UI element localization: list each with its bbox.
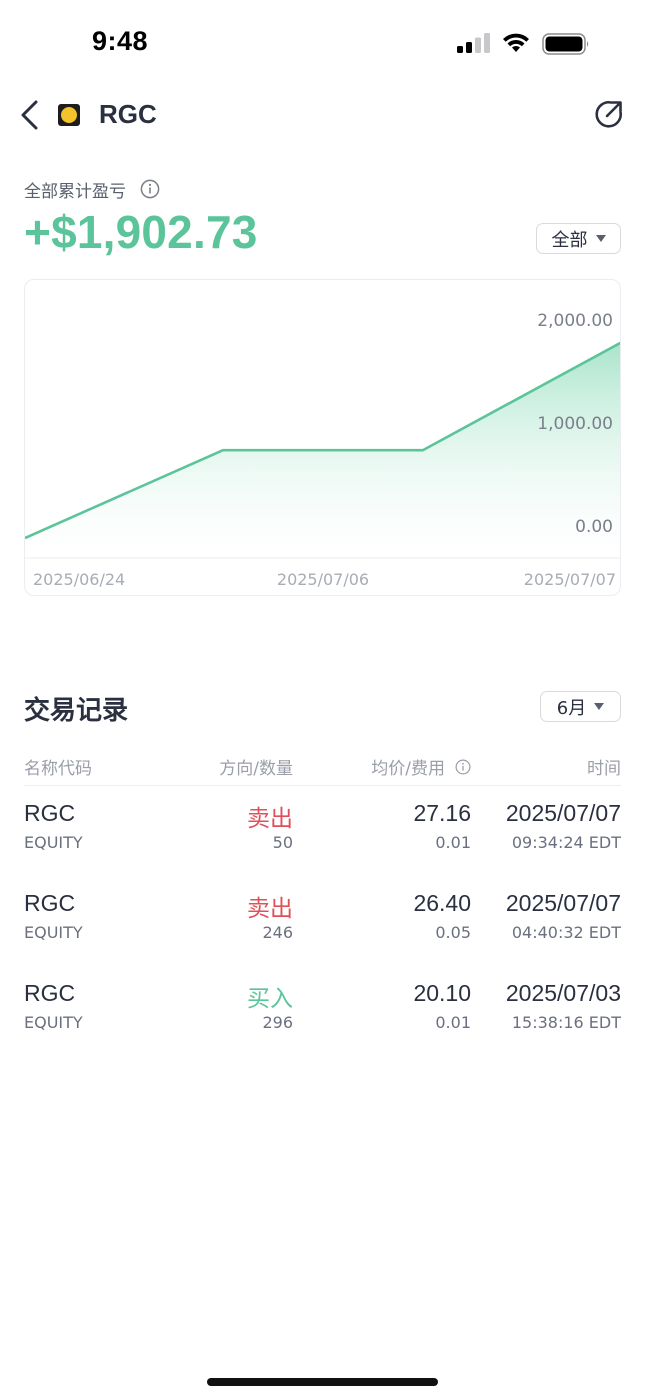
trade-fee: 0.05	[435, 923, 471, 942]
trade-time: 04:40:32 EDT	[511, 923, 621, 942]
trade-time: 15:38:16 EDT	[511, 1013, 621, 1032]
trade-records-title: 交易记录	[24, 696, 129, 726]
header-direction: 方向/数量	[219, 759, 293, 779]
trade-row[interactable]: RGC EQUITY 卖出 50 27.16 0.01 2025/07/07 0…	[24, 800, 621, 870]
info-icon[interactable]	[455, 759, 471, 775]
trade-price: 26.40	[413, 890, 471, 916]
pnl-chart-svg: 2,000.00 1,000.00 0.00 2025/06/24 2025/07/06…	[25, 311, 620, 589]
stock-logo-icon	[58, 104, 80, 126]
trade-time: 09:34:24 EDT	[511, 833, 621, 852]
trade-type: EQUITY	[24, 833, 83, 852]
header-time: 时间	[587, 759, 621, 779]
header-name: 名称代码	[24, 759, 92, 779]
pnl-label-row: 全部累计盈亏	[24, 177, 160, 202]
trade-side: 卖出	[247, 806, 293, 832]
trade-row[interactable]: RGC EQUITY 买入 296 20.10 0.01 2025/07/03 …	[24, 980, 621, 1050]
status-time: 9:48	[92, 26, 149, 56]
y-tick-label: 1,000.00	[537, 414, 613, 434]
battery-icon	[542, 33, 589, 55]
trade-type: EQUITY	[24, 1013, 83, 1032]
chevron-down-icon	[595, 235, 606, 242]
range-dropdown[interactable]: 全部	[536, 223, 621, 254]
trade-price: 27.16	[413, 800, 471, 826]
trade-side: 卖出	[247, 896, 293, 922]
pnl-value: +$1,902.73	[24, 206, 258, 258]
header-price: 均价/费用	[371, 754, 471, 779]
chevron-down-icon	[594, 703, 605, 710]
trade-row[interactable]: RGC EQUITY 卖出 246 26.40 0.05 2025/07/07 …	[24, 890, 621, 960]
trade-date: 2025/07/07	[505, 800, 621, 826]
home-indicator	[207, 1378, 438, 1386]
cellular-signal-icon	[457, 33, 490, 53]
nav-bar: RGC	[0, 90, 645, 140]
back-arrow-icon[interactable]	[16, 98, 42, 132]
y-tick-label: 2,000.00	[537, 311, 613, 331]
range-dropdown-label: 全部	[551, 229, 588, 251]
page-title: RGC	[99, 99, 157, 129]
trade-price: 20.10	[413, 980, 471, 1006]
status-bar: 9:48	[0, 0, 645, 90]
wifi-icon	[503, 33, 529, 52]
x-tick-label: 2025/07/06	[277, 570, 369, 589]
trade-table-header: 名称代码 方向/数量 均价/费用 时间	[24, 752, 621, 786]
x-tick-label: 2025/07/07	[524, 570, 616, 589]
trade-type: EQUITY	[24, 923, 83, 942]
trade-fee: 0.01	[435, 833, 471, 852]
header-price-label: 均价/费用	[371, 759, 445, 779]
trade-side: 买入	[247, 986, 293, 1012]
month-dropdown-label: 6月	[556, 697, 587, 719]
trade-qty: 50	[272, 833, 293, 852]
info-icon[interactable]	[140, 179, 160, 199]
trade-qty: 296	[262, 1013, 293, 1032]
trade-qty: 246	[262, 923, 293, 942]
x-tick-label: 2025/06/24	[33, 570, 125, 589]
y-tick-label: 0.00	[575, 517, 613, 537]
share-icon[interactable]	[594, 99, 624, 129]
trade-symbol: RGC	[24, 980, 76, 1006]
trade-fee: 0.01	[435, 1013, 471, 1032]
pnl-label: 全部累计盈亏	[24, 181, 126, 202]
trade-date: 2025/07/07	[505, 890, 621, 916]
pnl-chart: 2,000.00 1,000.00 0.00 2025/06/24 2025/07/06…	[24, 279, 621, 596]
month-dropdown[interactable]: 6月	[540, 691, 621, 722]
trade-date: 2025/07/03	[505, 980, 621, 1006]
trade-symbol: RGC	[24, 890, 76, 916]
trade-symbol: RGC	[24, 800, 76, 826]
